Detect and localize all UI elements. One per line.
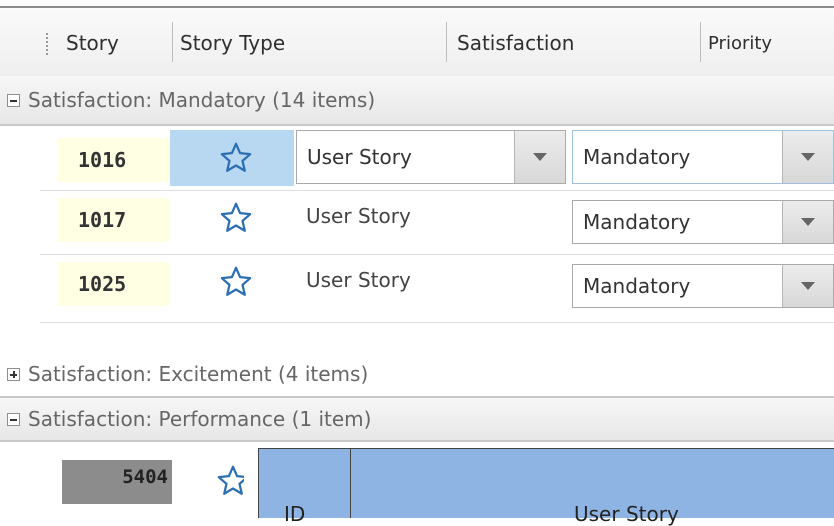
header-top-border (0, 6, 834, 8)
story-type-text[interactable]: User Story (306, 204, 411, 228)
group-header-performance[interactable]: Satisfaction: Performance (1 item) (0, 398, 834, 442)
plus-box-icon[interactable] (7, 367, 20, 381)
story-id-cell[interactable]: 5404 (62, 460, 172, 504)
group-label: Satisfaction: Performance (1 item) (28, 407, 372, 431)
inset-table-column-separator (350, 448, 351, 518)
inset-table-header (258, 448, 834, 518)
story-type-text[interactable]: User Story (306, 268, 411, 292)
satisfaction-value: Mandatory (583, 210, 691, 234)
row-divider (40, 322, 834, 323)
satisfaction-dropdown[interactable]: Mandatory (572, 130, 834, 184)
chevron-down-icon[interactable] (782, 131, 833, 183)
column-header-satisfaction[interactable]: Satisfaction (457, 20, 574, 66)
chevron-down-icon[interactable] (514, 131, 565, 183)
group-label: Satisfaction: Excitement (4 items) (28, 362, 369, 386)
story-id-cell[interactable]: 1017 (58, 198, 170, 242)
satisfaction-dropdown[interactable]: Mandatory (572, 200, 834, 244)
satisfaction-dropdown[interactable]: Mandatory (572, 264, 834, 308)
story-type-dropdown[interactable]: User Story (296, 130, 566, 184)
row-divider (40, 254, 834, 255)
star-outline-icon[interactable] (219, 201, 253, 235)
story-id-cell[interactable]: 1016 (58, 138, 170, 182)
chevron-down-icon[interactable] (782, 265, 833, 307)
column-separator[interactable] (446, 22, 447, 62)
satisfaction-value: Mandatory (583, 145, 691, 169)
inset-col-user-story: User Story (574, 502, 679, 526)
column-separator[interactable] (172, 22, 173, 62)
story-id-cell[interactable]: 1025 (58, 262, 170, 306)
star-outline-icon[interactable] (219, 265, 253, 299)
column-header-story-type[interactable]: Story Type (180, 20, 285, 66)
group-header-mandatory[interactable]: Satisfaction: Mandatory (14 items) (0, 76, 834, 126)
satisfaction-value: Mandatory (583, 274, 691, 298)
column-grip-handle[interactable] (46, 33, 50, 55)
minus-box-icon[interactable] (7, 93, 20, 107)
row-divider (40, 190, 834, 191)
star-outline-icon[interactable] (219, 141, 253, 175)
inset-col-id: ID (284, 502, 306, 526)
column-separator[interactable] (700, 22, 701, 62)
chevron-down-icon[interactable] (782, 201, 833, 243)
group-label: Satisfaction: Mandatory (14 items) (28, 88, 376, 112)
column-header-priority[interactable]: Priority (708, 20, 772, 66)
column-header-story[interactable]: Story (66, 20, 119, 66)
story-type-value: User Story (307, 145, 412, 169)
group-header-excitement[interactable]: Satisfaction: Excitement (4 items) (0, 352, 834, 398)
minus-box-icon[interactable] (7, 412, 20, 426)
